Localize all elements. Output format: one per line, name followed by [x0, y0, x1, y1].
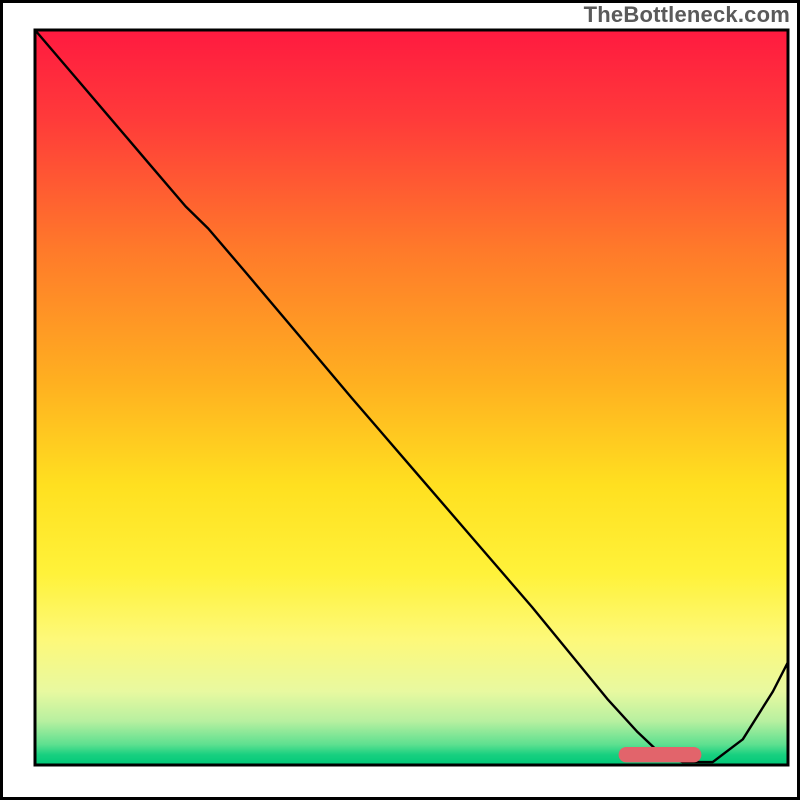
- bottleneck-chart: [0, 0, 800, 800]
- optimal-range-marker: [619, 747, 702, 762]
- plot-area: [35, 30, 788, 765]
- watermark-text: TheBottleneck.com: [584, 2, 790, 28]
